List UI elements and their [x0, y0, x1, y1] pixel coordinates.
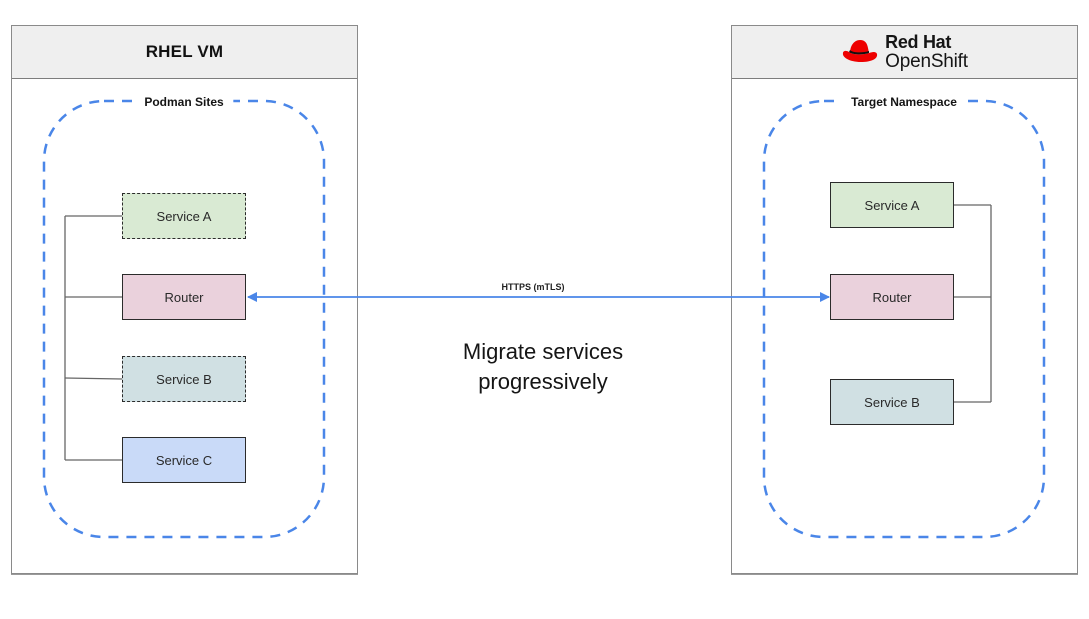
- left-connector-service-b: [64, 377, 123, 380]
- migration-caption: Migrate services progressively: [413, 337, 673, 397]
- left-service-a: Service A: [122, 193, 246, 239]
- right-router: Router: [830, 274, 954, 320]
- migration-caption-line2: progressively: [478, 369, 608, 394]
- migration-caption-line1: Migrate services: [462, 339, 624, 364]
- left-service-b: Service B: [122, 356, 246, 402]
- left-service-c: Service C: [122, 437, 246, 483]
- left-router: Router: [122, 274, 246, 320]
- right-service-b: Service B: [830, 379, 954, 425]
- left-connector-lines: [64, 215, 123, 461]
- target-namespace-label: Target Namespace: [841, 95, 967, 109]
- right-connector-lines: [954, 204, 992, 403]
- podman-sites-label: Podman Sites: [134, 95, 234, 109]
- right-service-a: Service A: [830, 182, 954, 228]
- https-mtls-label: HTTPS (mTLS): [501, 282, 565, 292]
